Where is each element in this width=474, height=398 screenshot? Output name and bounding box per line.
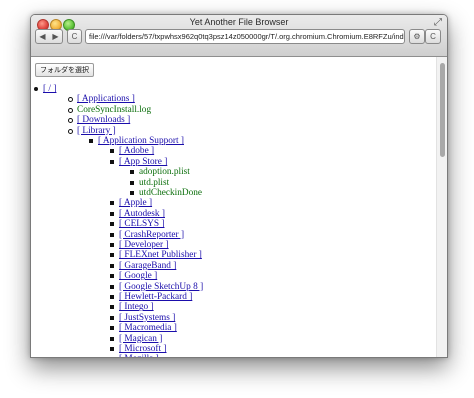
scrollbar-thumb[interactable] [440, 63, 445, 157]
vertical-scrollbar[interactable] [436, 57, 447, 357]
folder-link[interactable]: [ Macromedia ] [119, 323, 177, 333]
folder-item[interactable]: [ JustSystems ] [110, 313, 175, 323]
bullet-icon [110, 243, 114, 247]
bullet-icon [110, 326, 114, 331]
bullet-icon [68, 128, 73, 134]
folder-link[interactable]: [ CELSYS ] [119, 219, 164, 229]
folder-link[interactable]: [ Adobe ] [119, 146, 154, 156]
bullet-icon [110, 232, 114, 237]
browser-window: Yet Another File Browser ⤢ ◀ ▶ C file://… [30, 14, 448, 358]
folder-link[interactable]: [ JustSystems ] [119, 313, 175, 323]
bullet-icon [68, 97, 73, 103]
select-folder-button[interactable]: フォルダを選択 [35, 63, 94, 77]
folder-item[interactable]: [ Magican ] [110, 334, 162, 344]
window-title: Yet Another File Browser [189, 17, 289, 27]
file-item: CoreSyncInstall.log [68, 104, 152, 115]
folder-item[interactable]: [ FLEXnet Publisher ] [110, 250, 202, 260]
bullet-icon [130, 180, 134, 185]
bullet-icon [34, 87, 38, 91]
bullet-icon [110, 284, 114, 289]
folder-item[interactable]: [ Library ] [68, 126, 116, 136]
folder-link[interactable]: [ Developer ] [119, 240, 169, 250]
folder-item[interactable]: [ Adobe ] [110, 146, 154, 156]
folder-link[interactable]: [ GarageBand ] [119, 261, 176, 271]
file-name: adoption.plist [139, 167, 190, 178]
bullet-icon [110, 274, 114, 279]
folder-item[interactable]: [ Autodesk ] [110, 209, 165, 219]
folder-item[interactable]: [ CELSYS ] [110, 219, 164, 229]
folder-item[interactable]: [ CrashReporter ] [110, 230, 184, 240]
folder-item[interactable]: [ Google ] [110, 271, 157, 281]
folder-link[interactable]: [ Downloads ] [77, 115, 130, 125]
folder-item[interactable]: [ Developer ] [110, 240, 169, 250]
bullet-icon [110, 222, 114, 227]
folder-item[interactable]: [ / ] [34, 84, 56, 94]
folder-item[interactable]: [ App Store ] [110, 157, 167, 167]
folder-link[interactable]: [ / ] [43, 84, 56, 94]
folder-item[interactable]: [ Mozilla ] [119, 354, 159, 357]
back-button[interactable]: ◀ [35, 29, 50, 44]
forward-button[interactable]: ▶ [49, 29, 63, 44]
bullet-icon [110, 347, 114, 351]
folder-link[interactable]: [ Magican ] [119, 334, 162, 344]
folder-item[interactable]: [ GarageBand ] [110, 261, 176, 271]
folder-link[interactable]: [ Hewlett-Packard ] [119, 292, 192, 302]
settings-gear-icon[interactable]: ⚙ [409, 29, 425, 44]
page-content: フォルダを選択 [ / ] [ Applications ] CoreSyncIns… [31, 57, 436, 357]
file-name: CoreSyncInstall.log [77, 104, 152, 115]
bullet-icon [68, 107, 73, 113]
bullet-icon [110, 315, 114, 320]
bullet-icon [110, 201, 114, 206]
file-item: utdCheckinDone [130, 188, 202, 198]
folder-item[interactable]: [ Hewlett-Packard ] [110, 292, 192, 302]
bullet-icon [110, 159, 114, 164]
folder-link[interactable]: [ Applications ] [77, 94, 135, 104]
bullet-icon [110, 305, 114, 310]
file-name: utd.plist [139, 177, 170, 188]
folder-item[interactable]: [ Applications ] [68, 94, 135, 104]
folder-link[interactable]: [ App Store ] [119, 157, 167, 167]
file-name: utdCheckinDone [139, 188, 202, 198]
bullet-icon [110, 336, 114, 341]
folder-link[interactable]: [ Google SketchUp 8 ] [119, 282, 203, 292]
folder-link[interactable]: [ Application Support ] [98, 136, 184, 146]
bullet-icon [110, 253, 114, 258]
folder-item[interactable]: [ Downloads ] [68, 115, 130, 125]
folder-link[interactable]: [ Intego ] [119, 302, 154, 312]
folder-item[interactable]: [ Intego ] [110, 302, 154, 312]
bullet-icon [110, 295, 114, 299]
folder-link[interactable]: [ FLEXnet Publisher ] [119, 250, 202, 260]
bullet-icon [130, 170, 134, 175]
wrench-menu-button[interactable]: C [425, 29, 441, 44]
bullet-icon [89, 139, 93, 143]
folder-link[interactable]: [ Microsoft ] [119, 344, 167, 354]
folder-link[interactable]: [ Apple ] [119, 198, 152, 208]
bullet-icon [110, 211, 114, 216]
folder-link[interactable]: [ Google ] [119, 271, 157, 281]
folder-link[interactable]: [ Mozilla ] [119, 354, 159, 357]
folder-link[interactable]: [ Library ] [77, 126, 116, 136]
fullscreen-icon[interactable]: ⤢ [434, 17, 442, 28]
title-bar: Yet Another File Browser ⤢ ◀ ▶ C file://… [31, 15, 447, 57]
folder-item[interactable]: [ Apple ] [110, 198, 152, 208]
folder-item[interactable]: [ Application Support ] [89, 136, 184, 146]
folder-item[interactable]: [ Google SketchUp 8 ] [110, 282, 203, 292]
address-bar[interactable]: file:///var/folders/57/txpwhsx962q0tq3ps… [85, 29, 405, 44]
folder-item[interactable]: [ Microsoft ] [110, 344, 167, 354]
bullet-icon [110, 263, 114, 268]
folder-item[interactable]: [ Macromedia ] [110, 323, 177, 333]
bullet-icon [110, 149, 114, 154]
bullet-icon [68, 118, 73, 124]
file-item: adoption.plist [130, 167, 190, 178]
bullet-icon [130, 191, 134, 195]
file-item: utd.plist [130, 177, 170, 188]
folder-link[interactable]: [ Autodesk ] [119, 209, 165, 219]
folder-link[interactable]: [ CrashReporter ] [119, 230, 184, 240]
reload-button[interactable]: C [67, 29, 82, 44]
